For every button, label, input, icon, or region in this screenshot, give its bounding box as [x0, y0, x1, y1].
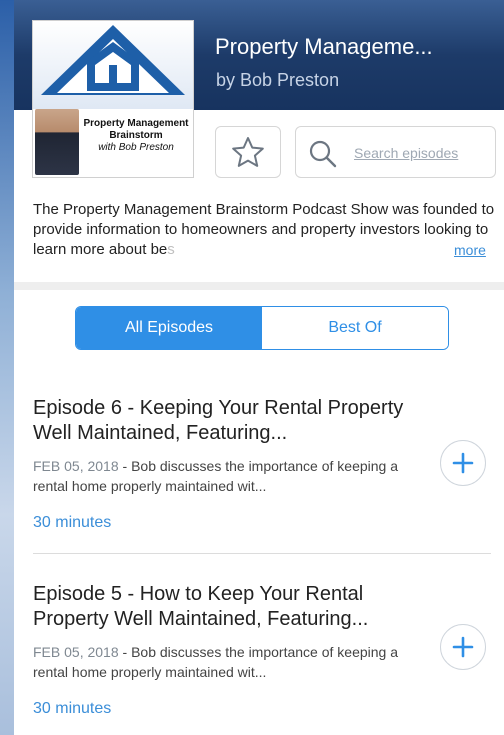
podcast-author: by Bob Preston	[216, 70, 340, 90]
star-icon	[232, 137, 264, 167]
tab-all-episodes[interactable]: All Episodes	[76, 307, 262, 349]
search-input[interactable]: Search episodes	[295, 126, 496, 178]
window-edge	[0, 0, 14, 735]
podcast-title: Property Manageme...	[215, 34, 433, 59]
tab-best-of[interactable]: Best Of	[262, 307, 448, 349]
episode-divider	[33, 553, 491, 554]
search-icon	[309, 140, 337, 168]
podcast-artwork[interactable]: Property Management Brainstorm with Bob …	[32, 20, 194, 178]
favorite-button[interactable]	[215, 126, 281, 178]
add-episode-button[interactable]	[440, 440, 486, 486]
search-placeholder: Search episodes	[354, 145, 459, 161]
section-divider	[14, 282, 504, 290]
add-episode-button[interactable]	[440, 624, 486, 670]
episode-item[interactable]: Episode 6 - Keeping Your Rental Property…	[33, 396, 495, 532]
description-fade: s	[167, 241, 175, 258]
episode-date: FEB 05, 2018	[33, 458, 119, 474]
episode-item[interactable]: Episode 5 - How to Keep Your Rental Prop…	[33, 582, 495, 718]
episode-filter-tabs: All Episodes Best Of	[75, 306, 449, 350]
more-link[interactable]: more	[452, 242, 486, 258]
description-text: The Property Management Brainstorm Podca…	[33, 201, 495, 258]
episode-duration: 30 minutes	[33, 514, 112, 531]
podcast-logo	[33, 21, 193, 109]
artwork-line-3: with Bob Preston	[98, 142, 174, 153]
episode-date: FEB 05, 2018	[33, 644, 119, 660]
podcast-description: The Property Management Brainstorm Podca…	[33, 200, 495, 260]
artwork-line-1: Property Management	[83, 118, 189, 129]
episode-summary: FEB 05, 2018 - Bob discusses the importa…	[33, 456, 428, 496]
episode-title: Episode 5 - How to Keep Your Rental Prop…	[33, 583, 369, 630]
artwork-text: Property Management Brainstorm with Bob …	[79, 118, 193, 154]
plus-icon	[452, 636, 474, 658]
host-photo	[35, 109, 79, 175]
episode-title: Episode 6 - Keeping Your Rental Property…	[33, 397, 404, 444]
episode-duration: 30 minutes	[33, 700, 112, 717]
episode-summary: FEB 05, 2018 - Bob discusses the importa…	[33, 642, 428, 682]
plus-icon	[452, 452, 474, 474]
artwork-line-2: Brainstorm	[109, 130, 163, 141]
